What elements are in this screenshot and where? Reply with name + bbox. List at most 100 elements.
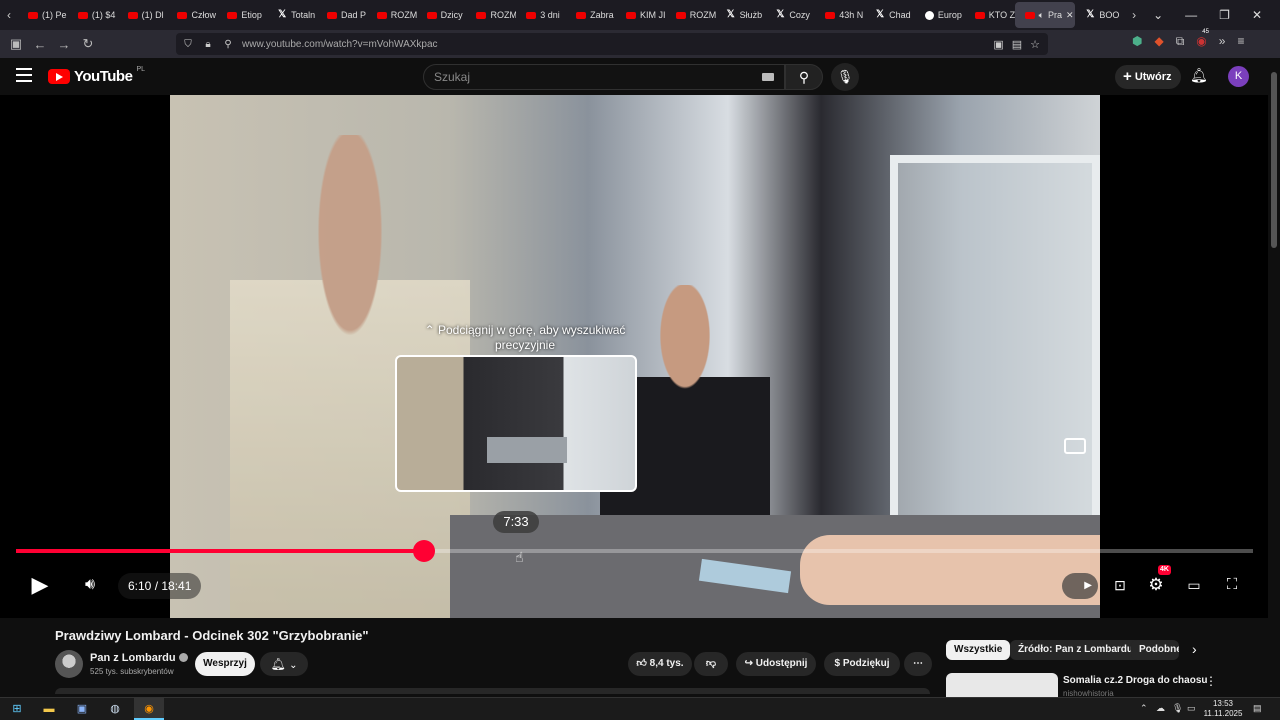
extension-icon[interactable]: ◆ [1154,34,1163,49]
menu-icon[interactable]: ≡ [1237,34,1244,49]
more-tools-icon[interactable]: » [1219,34,1226,49]
browser-tab[interactable]: 𝕏 Służb [716,2,766,28]
chip-source[interactable]: Źródło: Pan z Lombardu [1010,640,1141,660]
duration: 18:41 [161,579,192,593]
tab-label: (1) Dl [141,10,164,20]
page-scrollbar[interactable] [1268,58,1280,698]
channel-name[interactable]: Pan z Lombardu [90,652,188,664]
steam-icon[interactable]: ◍ [106,701,124,717]
browser-tab[interactable]: Dad P [317,2,367,28]
tab-label: KIM JI [639,10,666,20]
recommendation-title[interactable]: Somalia cz.2 Droga do chaosu [1063,675,1207,686]
browser-tab[interactable]: ROZM [367,2,417,28]
browser-tab[interactable]: Europ [915,2,965,28]
browser-tab[interactable]: KTO Z [965,2,1015,28]
more-actions-button[interactable]: ⋯ [904,652,932,676]
shield-icon[interactable]: ⛉ [180,39,196,50]
tab-list-dropdown-icon[interactable]: ⌄ [1153,8,1163,22]
ublock-icon[interactable]: ◉ 45 [1196,29,1209,49]
support-button[interactable]: Wesprzyj [195,652,255,676]
browser-tab[interactable]: (1) Dl [118,2,168,28]
guide-menu-icon[interactable] [16,68,32,82]
media-icon[interactable]: ▣ [993,38,1003,51]
thanks-button[interactable]: $ Podziękuj [824,652,900,676]
system-clock[interactable]: 13:53 11.11.2025 [1202,699,1244,719]
channel-avatar[interactable] [55,650,83,678]
miniplayer-icon[interactable] [1064,438,1086,454]
browser-tab[interactable]: 𝕏 Totaln [267,2,317,28]
chip-related[interactable]: Podobne [1131,640,1179,660]
tab-close-icon[interactable]: ✕ [1066,10,1075,21]
notifications-bell-icon[interactable]: 🔔︎ [1190,67,1208,84]
play-icon[interactable]: ▶ [24,569,56,601]
close-window-icon[interactable]: ✕ [1252,8,1262,22]
browser-tab[interactable]: 🔈︎ Pra ✕ [1014,2,1076,28]
tab-scroll-right-icon[interactable]: › [1125,8,1143,22]
theater-mode-icon[interactable]: ▭ [1178,569,1210,601]
app-icon[interactable]: ▣ [73,701,91,717]
progress-bar[interactable] [16,540,1253,562]
permissions-icon[interactable]: ⚲ [220,39,236,50]
like-button[interactable]: 👍︎ 8,4 tys. [628,652,692,676]
back-icon[interactable]: ← [28,37,52,52]
network-icon[interactable]: ▭ [1187,703,1196,714]
file-explorer-icon[interactable]: ▬ [40,701,58,717]
create-button[interactable]: + Utwórz [1115,65,1181,89]
dislike-button[interactable]: 👎︎ [694,652,728,676]
address-bar[interactable]: ⛉ 🔒︎ ⚲ www.youtube.com/watch?v=mVohWAXkp… [176,33,1048,55]
youtube-logo[interactable]: YouTube PL [48,66,145,85]
subscription-bell-button[interactable]: 🔔︎ ⌄ [260,652,308,676]
forward-icon[interactable]: → [52,37,76,52]
description-box[interactable] [55,688,930,694]
browser-tab[interactable]: (1) Pe [18,2,68,28]
search-button[interactable]: ⚲ [785,64,823,90]
onedrive-icon[interactable]: ☁ [1156,703,1165,714]
restore-icon[interactable]: ❐ [1219,8,1230,22]
search-input[interactable]: Szukaj [423,64,785,90]
autoplay-toggle[interactable]: ▶ [1062,573,1098,599]
browser-tab[interactable]: KIM JI [616,2,666,28]
share-button[interactable]: ↪ Udostępnij [736,652,816,676]
browser-tab[interactable]: 𝕏 Chad [865,2,915,28]
scrollbar-thumb[interactable] [1271,72,1277,248]
notification-center-icon[interactable]: ▤ [1253,703,1262,714]
browser-tab[interactable]: 𝕏 Cozy [765,2,815,28]
browser-tab[interactable]: Dzicy [417,2,467,28]
voice-search-button[interactable]: 🎙︎ [831,63,859,91]
video-player[interactable]: ⌃ Podciągnij w górę, aby wyszukiwać prec… [0,95,1268,618]
minimize-icon[interactable]: — [1185,8,1197,22]
browser-tab[interactable]: Człow [167,2,217,28]
keyboard-icon[interactable] [762,73,774,81]
microphone-tray-icon[interactable]: 🎙︎ [1172,703,1183,714]
browser-tab[interactable]: ROZM [466,2,516,28]
bookmark-star-icon[interactable]: ☆ [1030,38,1040,51]
tray-overflow-icon[interactable]: ⌃ [1140,703,1148,714]
chip-all[interactable]: Wszystkie [946,640,1011,660]
account-avatar[interactable]: K [1228,66,1249,87]
browser-tab[interactable]: 3 dni [516,2,566,28]
subtitles-icon[interactable]: ⊡ [1104,569,1136,601]
windows-taskbar: ⊞ ▬ ▣ ◍ ◉ ⌃ ☁ 🎙︎ ▭ 13:53 11.11.2025 ▤ [0,697,1280,720]
browser-tab[interactable]: Etiop [217,2,267,28]
browser-tab[interactable]: 𝕏 BOO [1075,2,1125,28]
browser-tab[interactable]: ROZM [666,2,716,28]
vpn-extension-icon[interactable]: ⬢ [1132,34,1142,49]
browser-tab[interactable]: 43h N [815,2,865,28]
browser-tab[interactable]: Zabra [566,2,616,28]
chips-next-icon[interactable]: › [1192,641,1197,657]
lock-icon[interactable]: 🔒︎ [200,39,216,50]
recommendation-thumbnail[interactable] [946,673,1058,697]
windows-start-icon[interactable]: ⊞ [8,701,26,717]
sidebar-toggle-icon[interactable]: ▣ [4,36,28,52]
tab-scroll-left-icon[interactable]: ‹ [0,8,18,22]
firefox-icon[interactable]: ◉ [140,701,158,717]
tab-label: KTO Z [988,10,1015,20]
browser-tab[interactable]: (1) $4 [68,2,118,28]
tab-audio-icon[interactable]: 🔈︎ [1039,10,1044,21]
volume-icon[interactable]: 🔊︎ [74,569,106,601]
puzzle-icon[interactable]: ⧉ [1176,34,1185,49]
reader-view-icon[interactable]: ▤ [1012,38,1022,51]
reload-icon[interactable]: ↻ [76,36,100,52]
fullscreen-icon[interactable]: ⛶ [1216,569,1248,601]
recommendation-menu-icon[interactable]: ⋮ [1205,674,1217,688]
